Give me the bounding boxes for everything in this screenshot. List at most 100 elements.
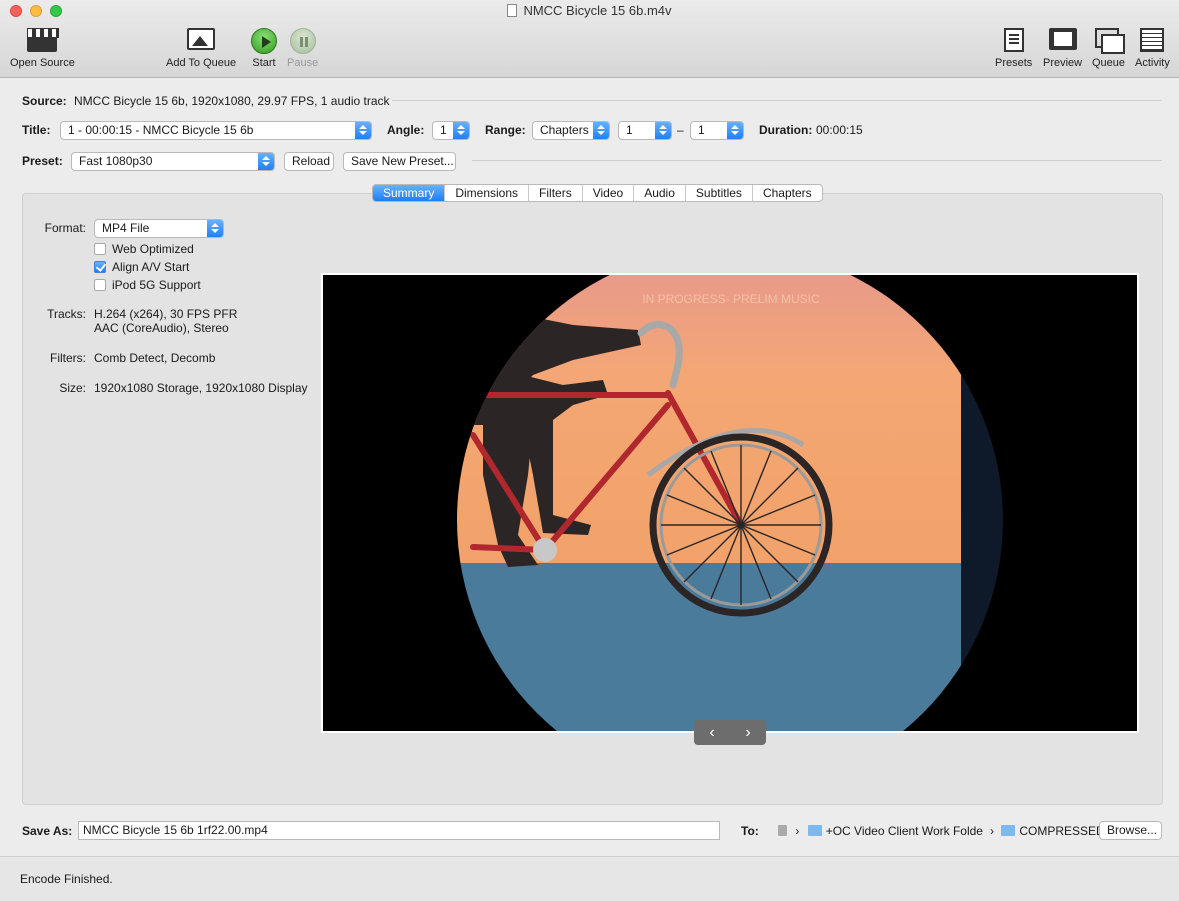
source-label: Source:	[22, 94, 67, 108]
tracks-label: Tracks:	[47, 307, 86, 321]
title-label: Title:	[22, 123, 51, 137]
reload-preset-button[interactable]: Reload	[284, 152, 334, 171]
tab-dimensions[interactable]: Dimensions	[445, 185, 530, 201]
path-separator: ›	[990, 824, 995, 838]
duration-label: Duration:	[759, 123, 813, 137]
add-to-queue-label: Add To Queue	[166, 57, 237, 69]
window-title-text: NMCC Bicycle 15 6b.m4v	[523, 3, 672, 18]
web-optimized-label: Web Optimized	[112, 242, 194, 256]
start-label: Start	[252, 57, 276, 69]
activity-label: Activity	[1135, 57, 1170, 69]
preset-select-value: Fast 1080p30	[79, 154, 153, 168]
chevron-updown-icon	[593, 122, 609, 139]
open-source-label: Open Source	[10, 57, 75, 69]
range-type-select[interactable]: Chapters	[532, 121, 610, 140]
folder-icon	[1001, 825, 1016, 836]
open-source-button[interactable]: Open Source	[10, 28, 75, 69]
duration-value: 00:00:15	[816, 123, 863, 137]
angle-select-value: 1	[440, 123, 447, 137]
chevron-updown-icon	[655, 122, 671, 139]
checkbox-box	[94, 279, 106, 291]
range-end-select[interactable]: 1	[690, 121, 744, 140]
filters-value: Comb Detect, Decomb	[94, 351, 216, 365]
range-start-select[interactable]: 1	[618, 121, 672, 140]
tracks-video-value: H.264 (x264), 30 FPS PFR	[94, 307, 238, 321]
window-toolbar: NMCC Bicycle 15 6b.m4v Open Source Add T…	[0, 0, 1179, 78]
separator	[392, 100, 1162, 101]
preview-button[interactable]: Preview	[1043, 28, 1082, 69]
pause-label: Pause	[287, 57, 319, 69]
chevron-updown-icon	[258, 153, 274, 170]
settings-tabs: Summary Dimensions Filters Video Audio S…	[372, 184, 823, 202]
format-select[interactable]: MP4 File	[94, 219, 224, 238]
play-icon	[251, 28, 277, 54]
queue-button[interactable]: Queue	[1092, 28, 1125, 69]
folder-icon	[807, 825, 822, 836]
add-to-queue-button[interactable]: Add To Queue	[166, 28, 236, 69]
preset-select[interactable]: Fast 1080p30	[71, 152, 275, 171]
format-label: Format:	[44, 221, 86, 235]
source-value: NMCC Bicycle 15 6b, 1920x1080, 29.97 FPS…	[74, 94, 390, 108]
destination-label: To:	[741, 824, 759, 838]
path-folder-client-work: +OC Video Client Work Folder	[825, 824, 983, 838]
tab-subtitles[interactable]: Subtitles	[686, 185, 753, 201]
pause-icon	[289, 28, 316, 54]
clapperboard-icon	[27, 28, 60, 52]
checkmark-icon	[94, 261, 106, 273]
activity-log-icon	[1140, 28, 1165, 52]
presets-button[interactable]: Presets	[995, 28, 1032, 69]
next-frame-button[interactable]: ›	[745, 724, 750, 742]
previous-frame-button[interactable]: ‹	[709, 724, 714, 742]
tab-filters[interactable]: Filters	[529, 185, 583, 201]
chevron-updown-icon	[207, 220, 223, 237]
title-select[interactable]: 1 - 00:00:15 - NMCC Bicycle 15 6b	[60, 121, 372, 140]
preview-navigation: ‹ ›	[694, 720, 766, 745]
save-as-label: Save As:	[22, 824, 73, 838]
destination-path[interactable]: › +OC Video Client Work Folder › COMPRES…	[778, 824, 1105, 838]
tracks-audio-value: AAC (CoreAudio), Stereo	[94, 321, 229, 335]
preset-label: Preset:	[22, 154, 63, 168]
range-start-value: 1	[626, 123, 633, 137]
preview-frame-image: IN PROGRESS- PRELIM MUSIC	[323, 275, 1137, 731]
chevron-updown-icon	[727, 122, 743, 139]
document-icon	[507, 4, 518, 17]
tab-chapters[interactable]: Chapters	[753, 185, 822, 201]
save-as-filename-input[interactable]: NMCC Bicycle 15 6b 1rf22.00.mp4	[78, 821, 720, 840]
tab-audio[interactable]: Audio	[634, 185, 686, 201]
angle-label: Angle:	[387, 123, 425, 137]
video-preview: IN PROGRESS- PRELIM MUSIC	[321, 273, 1139, 733]
presets-label: Presets	[995, 57, 1033, 69]
align-av-start-label: Align A/V Start	[112, 260, 190, 274]
status-text: Encode Finished.	[20, 872, 113, 886]
align-av-start-checkbox[interactable]: Align A/V Start	[94, 260, 189, 274]
web-optimized-checkbox[interactable]: Web Optimized	[94, 242, 194, 256]
browse-button[interactable]: Browse...	[1099, 821, 1162, 840]
path-separator: ›	[795, 824, 800, 838]
add-photo-icon	[187, 28, 216, 50]
status-bar: Encode Finished.	[0, 856, 1179, 901]
size-value: 1920x1080 Storage, 1920x1080 Display	[94, 381, 308, 395]
queue-icon	[1094, 28, 1125, 54]
range-dash: –	[677, 123, 684, 137]
chevron-updown-icon	[355, 122, 371, 139]
path-folder-compressed: COMPRESSED	[1019, 824, 1105, 838]
format-select-value: MP4 File	[102, 221, 150, 235]
queue-label: Queue	[1092, 57, 1126, 69]
save-new-preset-button[interactable]: Save New Preset...	[343, 152, 456, 171]
filters-label: Filters:	[50, 351, 86, 365]
range-end-value: 1	[698, 123, 705, 137]
title-select-value: 1 - 00:00:15 - NMCC Bicycle 15 6b	[68, 123, 254, 137]
angle-select[interactable]: 1	[432, 121, 470, 140]
size-label: Size:	[59, 381, 86, 395]
separator	[472, 160, 1162, 161]
activity-button[interactable]: Activity	[1135, 28, 1170, 69]
pause-button[interactable]: Pause	[287, 28, 318, 69]
preview-label: Preview	[1043, 57, 1083, 69]
tab-video[interactable]: Video	[583, 185, 635, 201]
preview-watermark: IN PROGRESS- PRELIM MUSIC	[642, 292, 820, 306]
range-type-value: Chapters	[540, 123, 589, 137]
tab-summary[interactable]: Summary	[373, 185, 446, 201]
ipod-support-label: iPod 5G Support	[112, 278, 201, 292]
ipod-support-checkbox[interactable]: iPod 5G Support	[94, 278, 201, 292]
start-button[interactable]: Start	[249, 28, 279, 69]
